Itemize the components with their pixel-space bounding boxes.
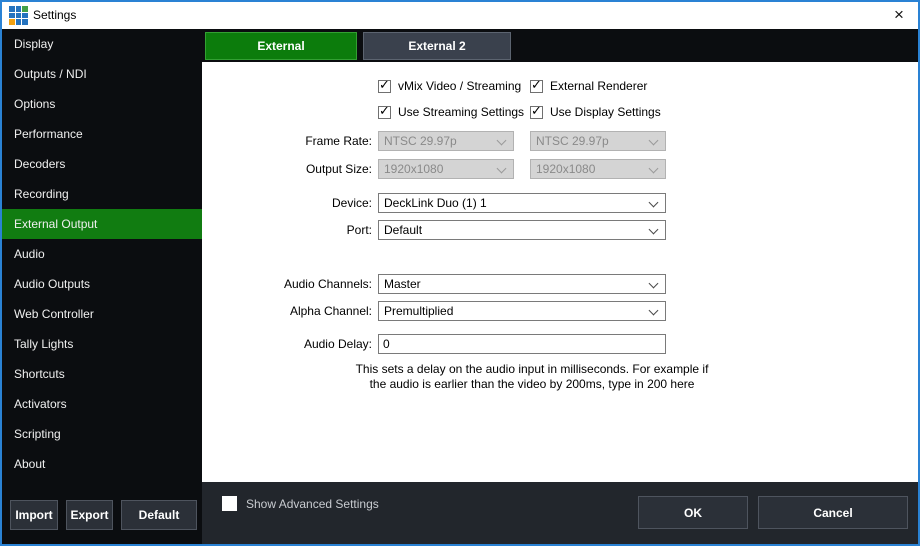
audio-delay-label: Audio Delay: (202, 334, 372, 354)
audio-delay-help-text: This sets a delay on the audio input in … (342, 362, 722, 392)
external-output-tabstrip: External External 2 (202, 29, 918, 62)
sidebar-item-web-controller[interactable]: Web Controller (2, 299, 202, 329)
sidebar-item-display[interactable]: Display (2, 29, 202, 59)
sidebar-item-audio[interactable]: Audio (2, 239, 202, 269)
settings-sidebar: Display Outputs / NDI Options Performanc… (2, 29, 202, 544)
external-renderer-checkbox[interactable]: ✓ External Renderer (530, 79, 647, 93)
default-button[interactable]: Default (121, 500, 197, 530)
close-icon[interactable]: × (888, 2, 910, 29)
chevron-down-icon (497, 136, 507, 146)
sidebar-item-about[interactable]: About (2, 449, 202, 479)
frame-rate-dropdown-1: NTSC 29.97p (378, 131, 514, 151)
tab-external[interactable]: External (205, 32, 357, 60)
tab-external-2[interactable]: External 2 (363, 32, 511, 60)
chevron-down-icon (649, 306, 659, 316)
checkbox-icon: ✓ (378, 80, 391, 93)
frame-rate-dropdown-2: NTSC 29.97p (530, 131, 666, 151)
checkbox-icon: ✓ (378, 106, 391, 119)
device-label: Device: (202, 193, 372, 213)
port-dropdown[interactable]: Default (378, 220, 666, 240)
sidebar-item-performance[interactable]: Performance (2, 119, 202, 149)
output-size-dropdown-1: 1920x1080 (378, 159, 514, 179)
cancel-button[interactable]: Cancel (758, 496, 908, 529)
bottom-bar: Show Advanced Settings OK Cancel (202, 482, 918, 544)
chevron-down-icon (497, 164, 507, 174)
checkbox-label: External Renderer (550, 79, 647, 93)
vmix-video-streaming-checkbox[interactable]: ✓ vMix Video / Streaming (378, 79, 521, 93)
sidebar-item-activators[interactable]: Activators (2, 389, 202, 419)
sidebar-item-options[interactable]: Options (2, 89, 202, 119)
chevron-down-icon (649, 136, 659, 146)
sidebar-item-scripting[interactable]: Scripting (2, 419, 202, 449)
sidebar-item-tally-lights[interactable]: Tally Lights (2, 329, 202, 359)
chevron-down-icon (649, 198, 659, 208)
export-button[interactable]: Export (66, 500, 113, 530)
use-streaming-settings-checkbox[interactable]: ✓ Use Streaming Settings (378, 105, 524, 119)
output-size-label: Output Size: (202, 159, 372, 179)
audio-channels-dropdown[interactable]: Master (378, 274, 666, 294)
checkbox-label: vMix Video / Streaming (398, 79, 521, 93)
output-size-dropdown-2: 1920x1080 (530, 159, 666, 179)
settings-window: Settings × Display Outputs / NDI Options… (0, 0, 920, 546)
checkbox-icon: ✓ (530, 106, 543, 119)
window-title: Settings (33, 2, 76, 29)
checkbox-icon: ✓ (530, 80, 543, 93)
sidebar-item-outputs-ndi[interactable]: Outputs / NDI (2, 59, 202, 89)
show-advanced-settings-checkbox[interactable]: Show Advanced Settings (222, 496, 379, 511)
sidebar-item-audio-outputs[interactable]: Audio Outputs (2, 269, 202, 299)
external-output-panel: ✓ vMix Video / Streaming ✓ External Rend… (202, 62, 918, 482)
checkbox-label: Use Streaming Settings (398, 105, 524, 119)
sidebar-item-decoders[interactable]: Decoders (2, 149, 202, 179)
device-dropdown[interactable]: DeckLink Duo (1) 1 (378, 193, 666, 213)
sidebar-item-external-output[interactable]: External Output (2, 209, 202, 239)
chevron-down-icon (649, 279, 659, 289)
use-display-settings-checkbox[interactable]: ✓ Use Display Settings (530, 105, 661, 119)
audio-channels-label: Audio Channels: (202, 274, 372, 294)
checkbox-label: Use Display Settings (550, 105, 661, 119)
import-button[interactable]: Import (10, 500, 58, 530)
audio-delay-input[interactable] (378, 334, 666, 354)
checkbox-icon (222, 496, 237, 511)
title-bar: Settings × (2, 2, 918, 29)
chevron-down-icon (649, 225, 659, 235)
frame-rate-label: Frame Rate: (202, 131, 372, 151)
sidebar-item-shortcuts[interactable]: Shortcuts (2, 359, 202, 389)
alpha-channel-label: Alpha Channel: (202, 301, 372, 321)
port-label: Port: (202, 220, 372, 240)
alpha-channel-dropdown[interactable]: Premultiplied (378, 301, 666, 321)
checkbox-label: Show Advanced Settings (246, 497, 379, 511)
vmix-logo-icon (9, 6, 28, 25)
sidebar-item-recording[interactable]: Recording (2, 179, 202, 209)
chevron-down-icon (649, 164, 659, 174)
ok-button[interactable]: OK (638, 496, 748, 529)
